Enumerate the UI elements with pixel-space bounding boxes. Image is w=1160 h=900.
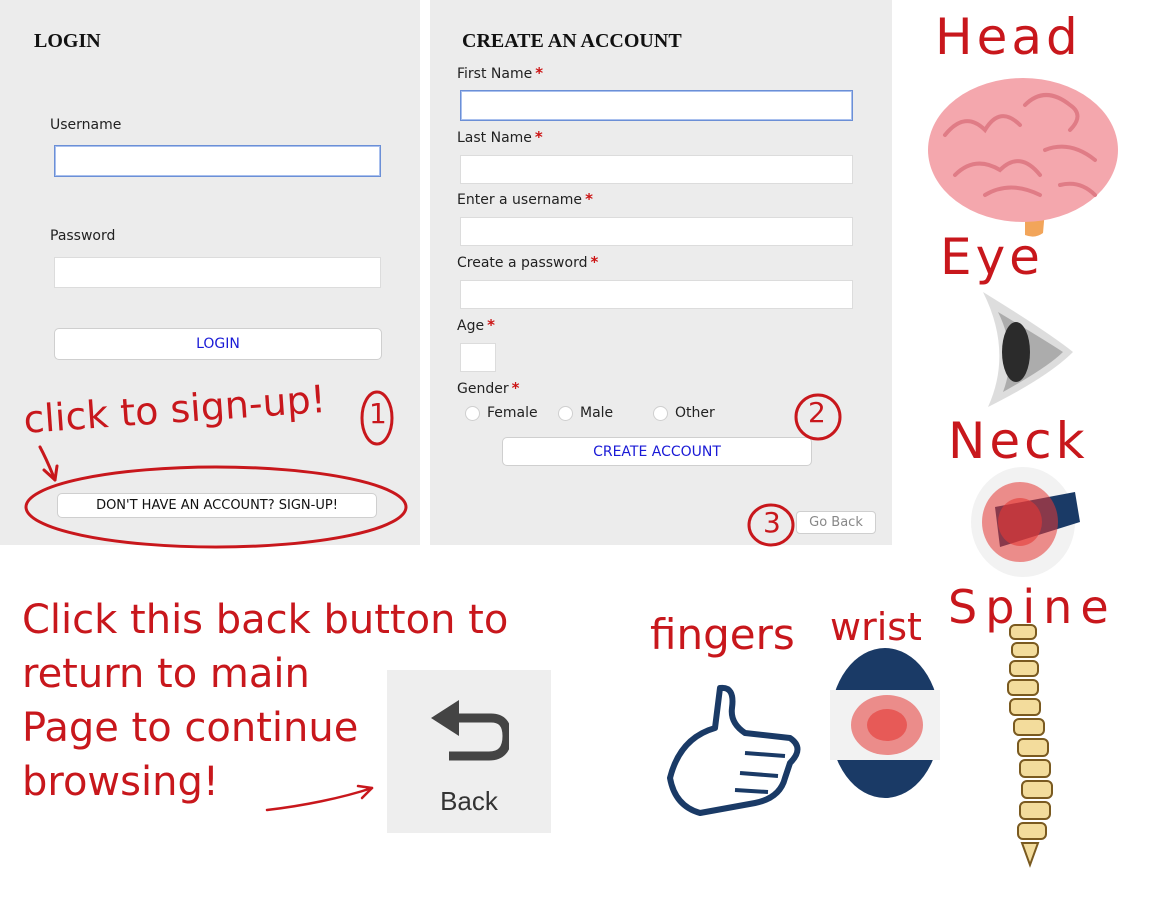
create-password-input[interactable]: [460, 280, 853, 309]
step-2-number: 2: [808, 396, 826, 429]
username-label: Username: [50, 117, 122, 133]
create-account-panel: CREATE AN ACCOUNT First Name * Last Name *…: [430, 0, 892, 545]
back-icon: [431, 700, 509, 761]
last-name-input[interactable]: [460, 155, 853, 184]
first-name-label: First Name *: [457, 64, 544, 82]
create-password-label: Create a password *: [457, 253, 599, 271]
step-3-number: 3: [763, 506, 781, 539]
radio-circle[interactable]: [653, 405, 668, 421]
create-account-button[interactable]: CREATE ACCOUNT: [502, 437, 812, 466]
radio-circle[interactable]: [465, 405, 480, 421]
head-label: Head: [935, 8, 1082, 66]
username-input[interactable]: [54, 145, 381, 177]
radio-circle[interactable]: [558, 405, 573, 421]
eye-icon[interactable]: [968, 282, 1088, 412]
back-annotation-line-1: Click this back button to: [22, 597, 509, 643]
login-title: LOGIN: [34, 30, 101, 52]
create-account-title: CREATE AN ACCOUNT: [462, 30, 682, 52]
create-username-input[interactable]: [460, 217, 853, 246]
spine-icon[interactable]: [990, 615, 1070, 870]
back-arrow-annotation: [265, 784, 374, 812]
fingers-label: fingers: [650, 610, 795, 659]
age-label: Age *: [457, 316, 495, 334]
gender-radio-male[interactable]: Male: [558, 405, 613, 421]
age-input[interactable]: [460, 343, 496, 372]
password-label: Password: [50, 228, 116, 244]
gender-radio-other[interactable]: Other: [653, 405, 715, 421]
signup-highlight-ellipse: [24, 465, 408, 549]
gender-label: Gender *: [457, 379, 520, 397]
back-widget[interactable]: Back: [387, 670, 551, 833]
wrist-icon[interactable]: [825, 645, 945, 805]
create-username-label: Enter a username *: [457, 190, 593, 208]
password-input[interactable]: [54, 257, 381, 288]
back-label: Back: [440, 786, 498, 816]
wrist-label: wrist: [830, 605, 922, 649]
gender-radio-female[interactable]: Female: [465, 405, 538, 421]
last-name-label: Last Name *: [457, 128, 543, 146]
step-1-number: 1: [369, 397, 387, 430]
first-name-input[interactable]: [460, 90, 853, 121]
login-button[interactable]: LOGIN: [54, 328, 382, 360]
brain-icon[interactable]: [925, 65, 1125, 240]
go-back-button[interactable]: Go Back: [796, 511, 876, 534]
neck-icon[interactable]: [965, 462, 1085, 582]
thumbs-up-icon[interactable]: [660, 678, 810, 828]
